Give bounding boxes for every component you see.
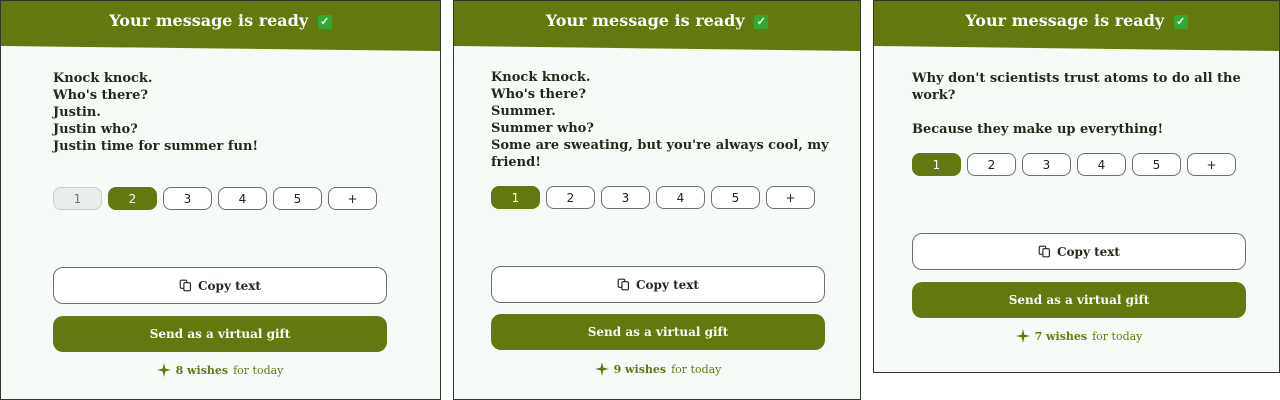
wishes-count: 9 wishes bbox=[613, 362, 667, 376]
sparkle-icon bbox=[156, 363, 171, 377]
message-card-3: Your message is ready ✓ Why don't scient… bbox=[873, 0, 1280, 373]
message-line: Knock knock. bbox=[53, 71, 153, 86]
message-line: Some are sweating, but you're always coo… bbox=[491, 138, 829, 170]
message-card-2: Your message is ready ✓ Knock knock. Who… bbox=[453, 0, 861, 400]
message-line: Who's there? bbox=[491, 87, 587, 102]
card-title: Your message is ready bbox=[965, 11, 1165, 30]
message-line: Justin who? bbox=[53, 122, 138, 137]
message-pager: 1 2 3 4 5 + bbox=[912, 153, 1236, 176]
page-button-2[interactable]: 2 bbox=[967, 153, 1016, 176]
message-line: Why don't scientists trust atoms to do a… bbox=[912, 71, 1241, 103]
wishes-suffix: for today bbox=[1092, 329, 1143, 343]
copy-icon bbox=[617, 278, 629, 291]
page-button-3[interactable]: 3 bbox=[163, 187, 212, 210]
page-button-2[interactable]: 2 bbox=[546, 186, 595, 209]
page-button-3[interactable]: 3 bbox=[601, 186, 650, 209]
message-line: Justin time for summer fun! bbox=[53, 139, 259, 154]
page-button-4[interactable]: 4 bbox=[218, 187, 267, 210]
page-button-5[interactable]: 5 bbox=[1132, 153, 1181, 176]
page-button-4[interactable]: 4 bbox=[1077, 153, 1126, 176]
add-page-button[interactable]: + bbox=[328, 187, 377, 210]
page-button-5[interactable]: 5 bbox=[711, 186, 760, 209]
check-icon: ✓ bbox=[754, 15, 769, 29]
message-line: Justin. bbox=[53, 105, 101, 120]
wishes-counter: 8 wishes for today bbox=[53, 363, 387, 377]
send-gift-button[interactable]: Send as a virtual gift bbox=[912, 282, 1246, 318]
card-header: Your message is ready ✓ bbox=[454, 1, 860, 51]
sparkle-icon bbox=[1015, 329, 1030, 343]
message-line: Summer who? bbox=[491, 121, 594, 136]
copy-icon bbox=[1038, 245, 1050, 258]
card-header: Your message is ready ✓ bbox=[1, 1, 440, 51]
send-gift-button[interactable]: Send as a virtual gift bbox=[53, 316, 387, 352]
wishes-suffix: for today bbox=[671, 362, 722, 376]
message-line: Summer. bbox=[491, 104, 556, 119]
message-card-1: Your message is ready ✓ Knock knock. Who… bbox=[0, 0, 441, 400]
message-text: Why don't scientists trust atoms to do a… bbox=[912, 70, 1279, 138]
page-button-1[interactable]: 1 bbox=[53, 187, 102, 210]
message-text: Knock knock. Who's there? Justin. Justin… bbox=[53, 70, 258, 155]
wishes-counter: 7 wishes for today bbox=[912, 329, 1246, 343]
copy-icon bbox=[179, 279, 191, 292]
message-line: Knock knock. bbox=[491, 70, 591, 85]
wishes-counter: 9 wishes for today bbox=[491, 362, 825, 376]
page-button-4[interactable]: 4 bbox=[656, 186, 705, 209]
add-page-button[interactable]: + bbox=[766, 186, 815, 209]
page-button-1[interactable]: 1 bbox=[491, 186, 540, 209]
check-icon: ✓ bbox=[1173, 15, 1188, 29]
page-button-3[interactable]: 3 bbox=[1022, 153, 1071, 176]
page-button-2[interactable]: 2 bbox=[108, 187, 157, 210]
card-header: Your message is ready ✓ bbox=[874, 1, 1279, 51]
message-pager: 1 2 3 4 5 + bbox=[53, 187, 377, 210]
check-icon: ✓ bbox=[317, 15, 332, 29]
copy-text-button[interactable]: Copy text bbox=[912, 233, 1246, 270]
sparkle-icon bbox=[594, 362, 609, 376]
wishes-count: 8 wishes bbox=[175, 363, 229, 377]
send-gift-button[interactable]: Send as a virtual gift bbox=[491, 314, 825, 350]
copy-text-button[interactable]: Copy text bbox=[53, 267, 387, 304]
message-line-gap bbox=[912, 104, 1279, 121]
wishes-count: 7 wishes bbox=[1034, 329, 1088, 343]
copy-text-label: Copy text bbox=[1057, 244, 1120, 259]
message-text: Knock knock. Who's there? Summer. Summer… bbox=[491, 69, 860, 171]
page-button-5[interactable]: 5 bbox=[273, 187, 322, 210]
copy-text-label: Copy text bbox=[636, 277, 699, 292]
card-title: Your message is ready bbox=[109, 11, 309, 30]
copy-text-button[interactable]: Copy text bbox=[491, 266, 825, 303]
page-button-1[interactable]: 1 bbox=[912, 153, 961, 176]
copy-text-label: Copy text bbox=[198, 278, 261, 293]
message-pager: 1 2 3 4 5 + bbox=[491, 186, 815, 209]
wishes-suffix: for today bbox=[233, 363, 284, 377]
message-line: Who's there? bbox=[53, 88, 149, 103]
message-line: Because they make up everything! bbox=[912, 122, 1164, 137]
add-page-button[interactable]: + bbox=[1187, 153, 1236, 176]
card-title: Your message is ready bbox=[545, 11, 745, 30]
